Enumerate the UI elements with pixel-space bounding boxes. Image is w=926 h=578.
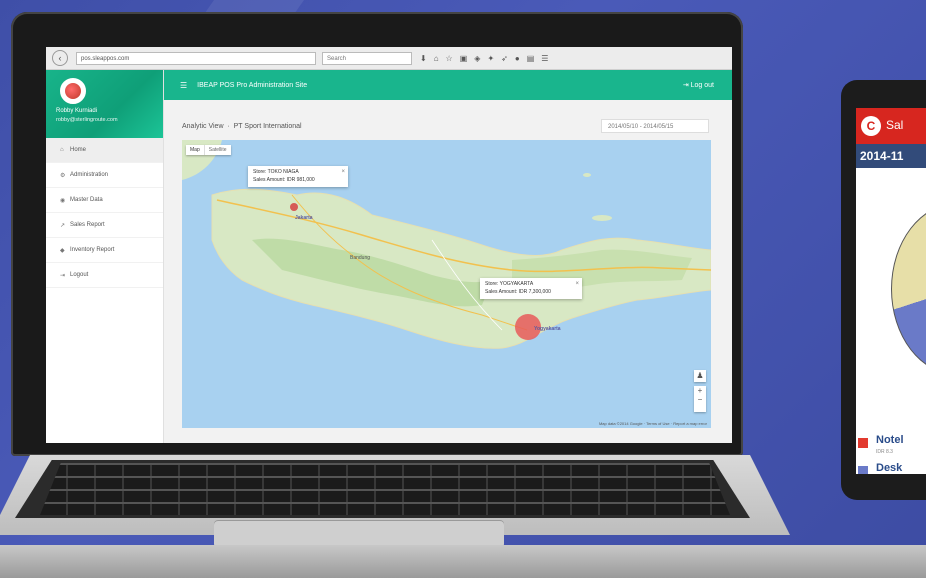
map-view[interactable]: Map Satellite × Store: TOKO NIAGA Sales … [182,140,711,428]
marker-infowindow: × Store: YOGYAKARTA Sales Amount: IDR 7,… [480,278,582,299]
app-title: IBEAP POS Pro Administration Site [197,81,308,89]
city-label: Jakarta [295,215,313,221]
sidebar-item-master-data[interactable]: ◉ Master Data [46,188,163,213]
info-store: Store: TOKO NIAGA [253,169,299,175]
sidebar-item-label: Master Data [70,197,103,203]
sidebar-item-label: Inventory Report [70,247,115,253]
city-label: Yogyakarta [534,326,561,332]
user-email: robby@sterlingroute.com [56,117,118,123]
browser-toolbar-icons: ⬇ ⌂ ☆ ▣ ◈ ✦ ➶ ● ▤ ☰ [420,54,548,63]
hamburger-icon[interactable]: ☰ [180,81,187,90]
legend-sub: IDR 8.3 [876,449,893,455]
info-amount: Sales Amount: IDR 981,000 [253,176,315,183]
sidebar-item-label: Logout [70,272,89,278]
keyboard-rows [40,463,730,515]
gear-icon: ⚙ [60,172,66,179]
laptop-lid: ‹ pos.sleappos.com Search ⬇ ⌂ ☆ ▣ ◈ ✦ ➶ … [11,12,743,456]
laptop-front-edge [0,545,926,578]
info-store: Store: YOGYAKARTA [485,281,534,287]
tablet-header: C Sal [856,108,926,144]
url-bar[interactable]: pos.sleappos.com [76,51,316,65]
map-type-map[interactable]: Map [186,145,204,155]
bookmark-icon[interactable]: ▣ [460,54,468,63]
user-name: Robby Kurniadi [56,108,98,114]
app-topbar: ☰ IBEAP POS Pro Administration Site ⇥ Lo… [164,70,732,100]
zoom-in-button[interactable]: + [694,386,706,395]
pie-chart [891,203,926,375]
map-type-satellite[interactable]: Satellite [203,145,231,155]
main-content: Analytic View · PT Sport International 2… [164,100,732,443]
marker-infowindow: × Store: TOKO NIAGA Sales Amount: IDR 98… [248,166,348,187]
tablet-date: 2014-11 [856,144,926,168]
browser-search-input[interactable]: Search [322,51,412,65]
app-logo-icon: C [861,116,881,136]
map-attribution[interactable]: Map data ©2014 Google · Terms of Use · R… [599,421,707,426]
chat-icon[interactable]: ● [515,54,520,63]
map-marker-jakarta [290,203,298,211]
logout-icon: ⇥ [60,272,66,279]
info-amount: Sales Amount: IDR 7,300,000 [485,288,551,295]
sidebar-item-administration[interactable]: ⚙ Administration [46,163,163,188]
sidebar-item-logout[interactable]: ⇥ Logout [46,263,163,288]
legend-swatch [858,438,868,448]
close-icon[interactable]: × [341,168,345,177]
logout-label: Log out [690,82,714,89]
logout-link[interactable]: ⇥ Log out [683,81,714,89]
map-type-toggle: Map Satellite [186,145,231,155]
close-icon[interactable]: × [575,280,579,289]
browser-toolbar: ‹ pos.sleappos.com Search ⬇ ⌂ ☆ ▣ ◈ ✦ ➶ … [46,47,732,70]
sidebar-item-home[interactable]: ⌂ Home [46,138,163,163]
box-icon: ◆ [60,247,65,254]
street-view-icon[interactable]: ♟ [694,370,706,382]
back-icon[interactable]: ‹ [52,50,68,66]
tablet-header-title: Sal [886,118,904,132]
tablet: C Sal 2014-11 Notel IDR 8.3 Desk [841,80,926,500]
avatar[interactable] [60,78,86,104]
zoom-controls: + − [694,386,706,412]
legend-label: Desk [876,462,903,474]
download-icon[interactable]: ⬇ [420,54,427,63]
extension-icon[interactable]: ▤ [527,54,535,63]
city-label: Bandung [350,255,371,261]
sidebar: Robby Kurniadi robby@sterlingroute.com ⌂… [46,70,164,443]
home-icon[interactable]: ⌂ [434,54,439,63]
date-range-picker[interactable]: 2014/05/10 - 2014/05/15 [601,119,709,133]
trackpad [214,520,504,548]
home-icon: ⌂ [60,147,64,153]
sidebar-item-sales-report[interactable]: ↗ Sales Report [46,213,163,238]
zoom-out-button[interactable]: − [694,395,706,404]
shield-icon[interactable]: ◈ [474,54,480,63]
sidebar-item-label: Sales Report [70,222,105,228]
chart-icon: ↗ [60,222,66,229]
laptop-screen: ‹ pos.sleappos.com Search ⬇ ⌂ ☆ ▣ ◈ ✦ ➶ … [46,47,732,443]
legend-label: Notel [876,434,904,446]
company-name: PT Sport International [233,123,302,130]
profile-header: Robby Kurniadi robby@sterlingroute.com [46,70,163,138]
tablet-screen: C Sal 2014-11 Notel IDR 8.3 Desk [856,108,926,474]
database-icon: ◉ [60,197,66,204]
analytic-view-label: Analytic View [182,123,224,130]
sidebar-item-inventory-report[interactable]: ◆ Inventory Report [46,238,163,263]
puzzle-icon[interactable]: ✦ [487,54,494,63]
legend-swatch [858,466,868,474]
star-icon[interactable]: ☆ [446,54,453,63]
page-title: Analytic View · PT Sport International [182,123,302,130]
share-icon[interactable]: ➶ [501,54,508,63]
sidebar-item-label: Administration [70,172,109,178]
menu-icon[interactable]: ☰ [541,54,548,63]
sidebar-item-label: Home [70,147,87,153]
